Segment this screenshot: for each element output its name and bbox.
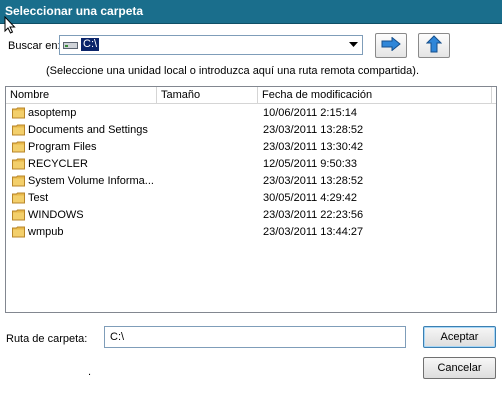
drive-icon xyxy=(63,40,78,53)
go-button[interactable] xyxy=(375,33,407,58)
column-header-name[interactable]: Nombre xyxy=(6,87,157,103)
folder-rows: asoptemp 10/06/2011 2:15:14 Documents and … xyxy=(6,105,496,241)
column-header-size[interactable]: Tamaño xyxy=(157,87,258,103)
folder-icon xyxy=(12,192,25,207)
list-item[interactable]: wmpub 23/03/2011 13:44:27 xyxy=(6,224,496,241)
hint-text: (Seleccione una unidad local o introduzc… xyxy=(46,65,420,77)
look-in-label: Buscar en: xyxy=(8,40,61,52)
chevron-down-icon[interactable] xyxy=(346,37,361,53)
folder-path-label: Ruta de carpeta: xyxy=(6,333,88,345)
arrow-up-icon xyxy=(425,35,443,56)
cancel-button[interactable]: Cancelar xyxy=(423,357,496,379)
folder-name: asoptemp xyxy=(28,107,77,119)
list-item[interactable]: System Volume Informa... 23/03/2011 13:28… xyxy=(6,173,496,190)
folder-path-value: C:\ xyxy=(110,331,125,343)
list-item[interactable]: asoptemp 10/06/2011 2:15:14 xyxy=(6,105,496,122)
window-title: Seleccionar una carpeta xyxy=(5,4,144,18)
title-bar: Seleccionar una carpeta xyxy=(0,0,502,24)
column-headers: Nombre Tamaño Fecha de modificación xyxy=(6,87,496,104)
folder-modified-date: 12/05/2011 9:50:33 xyxy=(263,158,357,170)
folder-icon xyxy=(12,226,25,241)
look-in-value: C:\ xyxy=(81,38,100,51)
look-in-dropdown[interactable]: C:\ xyxy=(59,35,363,55)
folder-name: System Volume Informa... xyxy=(28,175,154,187)
folder-name: Documents and Settings xyxy=(28,124,148,136)
up-folder-button[interactable] xyxy=(418,33,450,58)
folder-list[interactable]: Nombre Tamaño Fecha de modificación asop… xyxy=(5,86,497,313)
folder-modified-date: 10/06/2011 2:15:14 xyxy=(263,107,357,119)
folder-icon xyxy=(12,175,25,190)
folder-icon xyxy=(12,141,25,156)
folder-name: WINDOWS xyxy=(28,209,84,221)
arrow-right-icon xyxy=(381,36,401,54)
list-item[interactable]: Documents and Settings 23/03/2011 13:28:5… xyxy=(6,122,496,139)
list-item[interactable]: Program Files 23/03/2011 13:30:42 xyxy=(6,139,496,156)
folder-name: Test xyxy=(28,192,49,204)
list-item[interactable]: Test 30/05/2011 4:29:42 xyxy=(6,190,496,207)
folder-modified-date: 30/05/2011 4:29:42 xyxy=(263,192,357,204)
folder-path-input[interactable]: C:\ xyxy=(104,326,406,348)
folder-modified-date: 23/03/2011 13:28:52 xyxy=(263,175,364,187)
folder-name: Program Files xyxy=(28,141,97,153)
folder-modified-date: 23/03/2011 13:44:27 xyxy=(263,226,364,238)
folder-name: RECYCLER xyxy=(28,158,88,170)
folder-icon xyxy=(12,158,25,173)
accept-button[interactable]: Aceptar xyxy=(423,326,496,348)
mouse-pointer-icon xyxy=(4,15,16,37)
folder-icon xyxy=(12,124,25,139)
folder-modified-date: 23/03/2011 13:28:52 xyxy=(263,124,364,136)
folder-icon xyxy=(12,209,25,224)
folder-name: wmpub xyxy=(28,226,64,238)
folder-modified-date: 23/03/2011 22:23:56 xyxy=(263,209,364,221)
list-item[interactable]: WINDOWS 23/03/2011 22:23:56 xyxy=(6,207,496,224)
column-header-date[interactable]: Fecha de modificación xyxy=(258,87,492,103)
folder-modified-date: 23/03/2011 13:30:42 xyxy=(263,141,364,153)
stray-dot: . xyxy=(88,366,92,378)
list-item[interactable]: RECYCLER 12/05/2011 9:50:33 xyxy=(6,156,496,173)
folder-icon xyxy=(12,107,25,122)
